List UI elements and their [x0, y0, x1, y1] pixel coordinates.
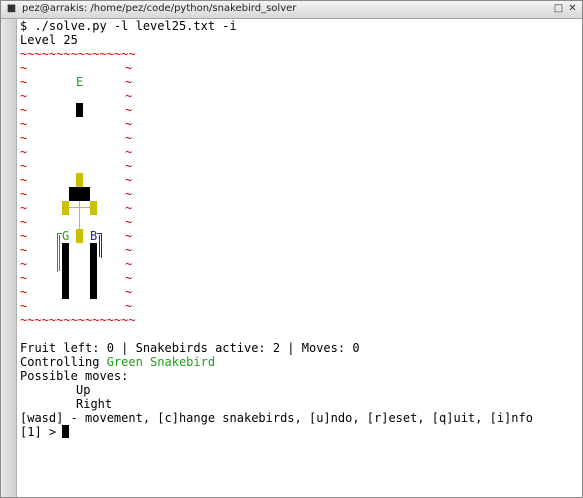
board-border-right-cell: ~: [125, 187, 133, 201]
board-border-left-cell: ~: [20, 271, 28, 285]
board-border-left-cell: ~: [20, 299, 28, 313]
board-border-right-cell: ~: [125, 201, 133, 215]
spike-right: [90, 201, 97, 215]
terminal-output[interactable]: $ ./solve.py -l level25.txt -i Level 25 …: [20, 19, 580, 497]
board-border-left-cell: ~: [20, 131, 28, 145]
board-border-left-cell: ~: [20, 159, 28, 173]
terminal-window: ■ pez@arrakis: /home/pez/code/python/sna…: [0, 0, 583, 498]
board-border-right-cell: ~: [125, 117, 133, 131]
board-border-left-cell: ~: [20, 173, 28, 187]
board-border-right-cell: ~: [125, 75, 133, 89]
board-border-right-cell: ~: [125, 229, 133, 243]
spike-bottom: [76, 229, 83, 243]
board-border-left-cell: ~: [20, 89, 28, 103]
board-border-left-cell: ~: [20, 257, 28, 271]
spike-left: [62, 201, 69, 215]
window-title: pez@arrakis: /home/pez/code/python/snake…: [22, 3, 297, 14]
board-border-left-cell: ~: [20, 229, 28, 243]
green-snakebird-head: G: [62, 229, 70, 243]
board-border-left-cell: ~: [20, 285, 28, 299]
board-border-left-cell: ~: [20, 145, 28, 159]
app-menu-icon[interactable]: ■: [6, 3, 17, 14]
board-border-left-cell: ~: [20, 75, 28, 89]
board-border-right-cell: ~: [125, 131, 133, 145]
exit-marker: E: [76, 75, 84, 89]
move-option: Right: [76, 397, 113, 411]
board-border-right-cell: ~: [125, 215, 133, 229]
blue-snakebird-body-inner: [97, 235, 100, 257]
window-side-frame: [1, 19, 17, 497]
window-titlebar[interactable]: ■ pez@arrakis: /home/pez/code/python/sna…: [1, 1, 582, 19]
board-border-right-cell: ~: [125, 173, 133, 187]
prompt-line[interactable]: [1] >: [20, 425, 63, 439]
possible-moves-label: Possible moves:: [20, 369, 129, 383]
spike-stem: [79, 201, 80, 229]
board-border-right-cell: ~: [125, 271, 133, 285]
prompt: [1] >: [20, 425, 64, 439]
board-border-right-cell: ~: [125, 159, 133, 173]
board-border-right-cell: ~: [125, 103, 133, 117]
maximize-icon[interactable]: □: [553, 3, 564, 14]
board-border-left-cell: ~: [20, 201, 28, 215]
board-border-right-cell: ~: [125, 299, 133, 313]
level-label: Level 25: [20, 33, 78, 47]
move-option: Up: [76, 383, 91, 397]
controlling-value: Green Snakebird: [106, 355, 216, 369]
board-border-left-cell: ~: [20, 117, 28, 131]
ground-pillar-right: [90, 243, 97, 299]
board-border-left-cell: ~: [20, 187, 28, 201]
board-border-left-cell: ~: [20, 103, 28, 117]
board-border-right-cell: ~: [125, 257, 133, 271]
help-line: [wasd] - movement, [c]hange snakebirds, …: [20, 411, 533, 425]
controlling-line: Controlling Green Snakebird: [20, 355, 215, 369]
board-border-right-cell: ~: [125, 145, 133, 159]
board-border-top: ~~~~~~~~~~~~~~~~: [20, 47, 136, 61]
terminal-cursor[interactable]: [62, 425, 69, 438]
board-border-left-cell: ~: [20, 61, 28, 75]
ground-block-middle: [69, 187, 90, 201]
ground-block-top: [76, 103, 83, 117]
spike-top: [76, 173, 83, 187]
board-border-right-cell: ~: [125, 89, 133, 103]
board-border-right-cell: ~: [125, 243, 133, 257]
board-border-bottom: ~~~~~~~~~~~~~~~~: [20, 313, 136, 327]
command-line: $ ./solve.py -l level25.txt -i: [20, 19, 237, 33]
board-border-right-cell: ~: [125, 61, 133, 75]
controlling-label: Controlling: [20, 355, 107, 369]
board-border-left-cell: ~: [20, 215, 28, 229]
board-border-right-cell: ~: [125, 285, 133, 299]
ground-pillar-left: [62, 243, 69, 299]
status-line: Fruit left: 0 | Snakebirds active: 2 | M…: [20, 341, 360, 355]
board-border-left-cell: ~: [20, 243, 28, 257]
close-icon[interactable]: ✕: [567, 3, 578, 14]
